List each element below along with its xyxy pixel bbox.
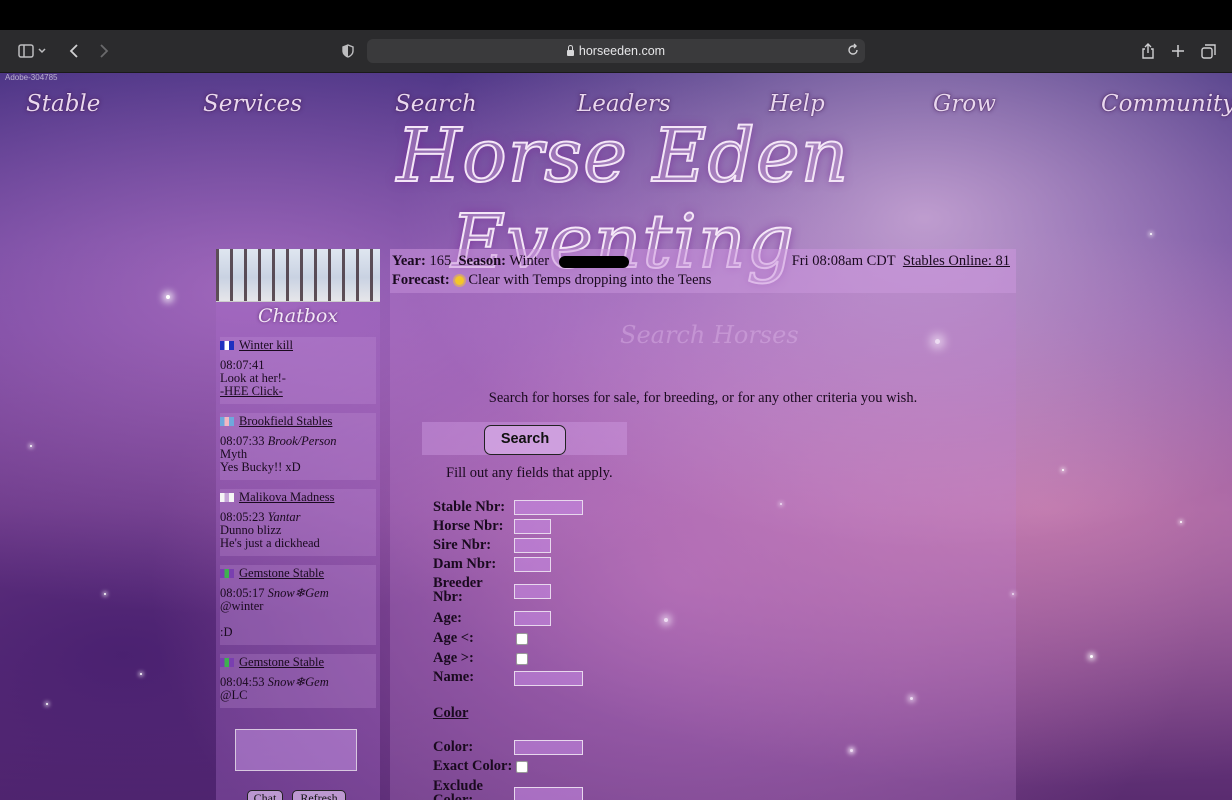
- sire-nbr-label: Sire Nbr:: [433, 537, 492, 553]
- dam-nbr-input[interactable]: [514, 557, 551, 572]
- chat-time: 08:05:17: [220, 586, 265, 600]
- age-greater-than-checkbox[interactable]: [516, 653, 528, 665]
- color-section-heading: Color: [433, 705, 469, 721]
- chat-author-link[interactable]: Winter kill: [239, 339, 293, 352]
- forecast-line: Forecast: Clear with Temps dropping into…: [392, 272, 711, 289]
- forward-arrow-icon[interactable]: [96, 40, 112, 62]
- year-label: Year:: [392, 253, 426, 269]
- chat-author-link[interactable]: Malikova Madness: [239, 491, 334, 504]
- privacy-shield-icon[interactable]: [340, 40, 356, 62]
- chat-button[interactable]: Chat: [247, 790, 283, 800]
- age-input[interactable]: [514, 611, 551, 626]
- lock-icon: [566, 45, 574, 56]
- chat-line: Yes Bucky!! xD: [220, 460, 301, 474]
- dam-nbr-label: Dam Nbr:: [433, 556, 497, 572]
- web-page: Adobe-304785 Stable Services Search Lead…: [0, 73, 1232, 800]
- stables-online-link[interactable]: Stables Online: 81: [903, 253, 1010, 269]
- stable-flag-icon: [220, 493, 234, 502]
- forecast-label: Forecast:: [392, 272, 450, 288]
- search-intro: Search for horses for sale, for breeding…: [488, 390, 918, 406]
- stable-flag-icon: [220, 569, 234, 578]
- name-label: Name:: [433, 669, 475, 685]
- chat-link[interactable]: -HEE Click-: [220, 385, 376, 398]
- chat-message: Gemstone Stable 08:04:53 Snow❄Gem @LC: [220, 654, 376, 708]
- chat-message: Brookfield Stables 08:07:33 Brook/Person…: [220, 413, 376, 480]
- page-title: Search Horses: [620, 321, 799, 349]
- exclude-color-input[interactable]: [514, 787, 583, 800]
- datetime: Fri 08:08am CDT: [791, 253, 896, 269]
- sire-nbr-input[interactable]: [514, 538, 551, 553]
- new-tab-icon[interactable]: [1170, 40, 1186, 62]
- search-panel: Year: 165 Season: Winter Forecast: Clear…: [390, 249, 1016, 800]
- chat-time: 08:07:33: [220, 434, 265, 448]
- share-icon[interactable]: [1140, 40, 1156, 62]
- season-label: Season:: [458, 253, 506, 269]
- chat-author: Snow❄Gem: [267, 675, 329, 689]
- browser-toolbar: horseeden.com: [0, 30, 1232, 73]
- age-less-than-label: Age <:: [433, 630, 474, 646]
- chat-author-link[interactable]: Gemstone Stable: [239, 656, 324, 669]
- reload-icon[interactable]: [847, 43, 859, 60]
- horse-nbr-input[interactable]: [514, 519, 551, 534]
- nav-stable[interactable]: Stable: [26, 91, 100, 117]
- redacted-text: [558, 255, 629, 268]
- chat-line: :D: [220, 625, 233, 639]
- fill-note: Fill out any fields that apply.: [446, 465, 613, 481]
- breeder-nbr-label: Breeder Nbr:: [433, 575, 483, 605]
- chat-message-input[interactable]: [235, 729, 357, 771]
- chatbox-sidebar: Chatbox Winter kill 08:07:41 Look at her…: [216, 249, 380, 800]
- chatbox-title: Chatbox: [257, 305, 339, 327]
- chat-line: He's just a dickhead: [220, 536, 320, 550]
- stable-nbr-label: Stable Nbr:: [433, 499, 506, 515]
- sidebar-toggle-icon[interactable]: [16, 40, 50, 62]
- year-value: 165: [429, 253, 452, 269]
- age-less-than-checkbox[interactable]: [516, 633, 528, 645]
- back-arrow-icon[interactable]: [66, 40, 82, 62]
- server-info: Fri 08:08am CDT Stables Online: 81: [792, 253, 1010, 270]
- chat-author-link[interactable]: Brookfield Stables: [239, 415, 332, 428]
- chat-line: [220, 613, 376, 626]
- stable-flag-icon: [220, 658, 234, 667]
- color-label: Color:: [433, 739, 474, 755]
- chat-message: Malikova Madness 08:05:23 Yantar Dunno b…: [220, 489, 376, 556]
- season-line: Year: 165 Season: Winter: [392, 253, 629, 270]
- chat-author-link[interactable]: Gemstone Stable: [239, 567, 324, 580]
- chat-message: Gemstone Stable 08:05:17 Snow❄Gem @winte…: [220, 565, 376, 645]
- url-text: horseeden.com: [578, 44, 666, 58]
- refresh-button[interactable]: Refresh: [292, 790, 346, 800]
- stable-flag-icon: [220, 417, 234, 426]
- screen-top-bar: [0, 0, 1232, 30]
- address-bar[interactable]: horseeden.com: [367, 39, 865, 63]
- age-greater-than-label: Age >:: [433, 650, 474, 666]
- stable-nbr-input[interactable]: [514, 500, 583, 515]
- search-button[interactable]: Search: [484, 425, 566, 455]
- tab-overview-icon[interactable]: [1200, 40, 1216, 62]
- season-value: Winter: [509, 253, 550, 269]
- name-input[interactable]: [514, 671, 583, 686]
- sun-icon: [455, 276, 465, 286]
- winter-trees-banner: [216, 249, 380, 302]
- color-input[interactable]: [514, 740, 583, 755]
- chat-line: @winter: [220, 599, 264, 613]
- chat-time: 08:05:23: [220, 510, 265, 524]
- game-status-bar: Year: 165 Season: Winter Forecast: Clear…: [390, 249, 1016, 293]
- exact-color-checkbox[interactable]: [516, 761, 528, 773]
- watermark: Adobe-304785: [5, 73, 58, 82]
- chat-author: Yantar: [267, 510, 301, 524]
- age-label: Age:: [433, 610, 462, 626]
- exact-color-label: Exact Color:: [433, 758, 513, 774]
- nav-community[interactable]: Community: [1101, 91, 1232, 117]
- chat-author: Brook/Person: [267, 434, 337, 448]
- forecast-value: Clear with Temps dropping into the Teens: [468, 272, 712, 288]
- breeder-nbr-input[interactable]: [514, 584, 551, 599]
- chat-line: @LC: [220, 688, 248, 702]
- stable-flag-icon: [220, 341, 234, 350]
- chat-author: Snow❄Gem: [267, 586, 329, 600]
- horse-nbr-label: Horse Nbr:: [433, 518, 504, 534]
- chat-message: Winter kill 08:07:41 Look at her!- -HEE …: [220, 337, 376, 404]
- chat-time: 08:04:53: [220, 675, 265, 689]
- exclude-color-label: Exclude Color:: [433, 778, 483, 800]
